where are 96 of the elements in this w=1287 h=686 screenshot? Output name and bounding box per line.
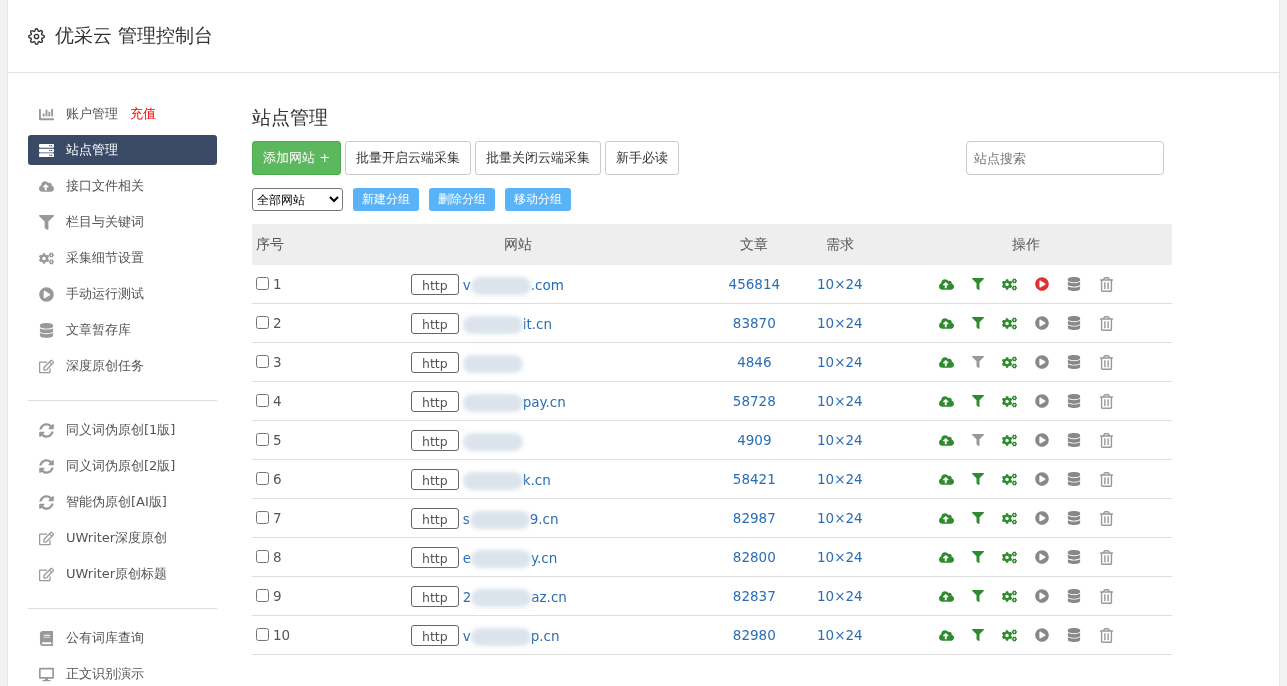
column-header: 网站 (327, 224, 709, 265)
row-number: 6 (273, 471, 282, 487)
sidebar-item[interactable]: UWriter深度原创 (28, 523, 217, 553)
recharge-link[interactable]: 充值 (130, 105, 156, 123)
row-number: 10 (273, 627, 291, 643)
site-domain: y.cn (531, 549, 558, 566)
sidebar-label: 文章暂存库 (66, 321, 131, 339)
sidebar-label: 公有词库查询 (66, 629, 144, 647)
site-prefix: 2 (462, 588, 472, 605)
sidebar-item[interactable]: 同义词伪原创[1版] (28, 415, 217, 445)
sidebar-item[interactable]: 手动运行测试 (28, 279, 217, 309)
http-button[interactable]: http (411, 468, 459, 490)
demand-cell: 10×24 (799, 537, 880, 577)
article-count: 82987 (709, 498, 800, 538)
search-field[interactable]: 站点搜索 (966, 141, 1164, 175)
site-domain: p.cn (530, 627, 560, 644)
demand-cell: 10×24 (799, 576, 880, 616)
article-count: 456814 (709, 265, 800, 304)
article-count: 83870 (709, 303, 800, 343)
column-header: 文章 (709, 224, 800, 265)
row-number: 2 (273, 315, 282, 331)
sidebar-label: 栏目与关键词 (66, 213, 144, 231)
http-button[interactable]: http (411, 546, 459, 568)
article-count: 58728 (709, 381, 800, 421)
http-button[interactable]: http (411, 390, 459, 412)
site-domain: 9.cn (529, 510, 559, 527)
demand-cell: 10×24 (799, 498, 880, 538)
app-title: 优采云 管理控制台 (55, 23, 214, 48)
toolbar-button[interactable]: 批量关闭云端采集 (475, 141, 602, 175)
demand-cell: 10×24 (799, 459, 880, 499)
article-count: 4846 (709, 342, 800, 382)
site-domain: .com (530, 276, 564, 293)
http-button[interactable]: http (411, 273, 459, 295)
toolbar-button[interactable]: 批量开启云端采集 (345, 141, 472, 175)
sidebar-label: 手动运行测试 (66, 285, 144, 303)
sidebar-item[interactable]: 深度原创任务 (28, 351, 217, 381)
article-count: 58421 (709, 459, 800, 499)
article-count: 4909 (709, 420, 800, 460)
sidebar-item[interactable]: 采集细节设置 (28, 243, 217, 273)
demand-cell: 10×24 (799, 342, 880, 382)
column-header: 操作 (880, 224, 1172, 265)
demand-cell: 10×24 (799, 615, 880, 655)
row-number: 7 (273, 510, 282, 526)
http-button[interactable]: http (411, 312, 459, 334)
http-button[interactable]: http (411, 351, 459, 373)
sidebar-label: UWriter深度原创 (66, 529, 168, 547)
row-number: 5 (273, 432, 282, 448)
sidebar-label: 正文识别演示 (66, 665, 144, 683)
sidebar-label: 同义词伪原创[1版] (66, 421, 176, 439)
page-title: 站点管理 (252, 105, 329, 130)
demand-cell: 10×24 (799, 381, 880, 421)
site-domain: pay.cn (522, 393, 566, 410)
sidebar-item[interactable]: 智能伪原创[AI版] (28, 487, 217, 517)
sidebar-label: 接口文件相关 (66, 177, 144, 195)
http-button[interactable]: http (411, 585, 459, 607)
sidebar-label: 智能伪原创[AI版] (66, 493, 167, 511)
article-count: 82800 (709, 537, 800, 577)
group-select[interactable]: 全部网站 (252, 188, 343, 211)
site-domain: it.cn (522, 315, 552, 332)
site-prefix: v (462, 276, 471, 293)
sidebar-item[interactable]: 站点管理 (28, 135, 217, 165)
http-button[interactable]: http (411, 507, 459, 529)
row-number: 3 (273, 354, 282, 370)
article-count: 82837 (709, 576, 800, 616)
http-button[interactable]: http (411, 429, 459, 451)
sidebar-item[interactable]: 栏目与关键词 (28, 207, 217, 237)
sidebar-item[interactable]: 文章暂存库 (28, 315, 217, 345)
demand-cell: 10×24 (799, 420, 880, 460)
toolbar-button[interactable]: 新手必读 (605, 141, 680, 175)
row-number: 8 (273, 549, 282, 565)
sidebar-label: 深度原创任务 (66, 357, 144, 375)
row-number: 4 (273, 393, 282, 409)
sidebar-label: 采集细节设置 (66, 249, 144, 267)
row-number: 1 (273, 276, 282, 292)
row-number: 9 (273, 588, 282, 604)
sidebar-item[interactable]: 同义词伪原创[2版] (28, 451, 217, 481)
sidebar-item[interactable]: 接口文件相关 (28, 171, 217, 201)
column-header: 需求 (799, 224, 880, 265)
demand-cell: 10×24 (799, 265, 880, 304)
sidebar-label: 站点管理 (66, 141, 118, 159)
sidebar-label: UWriter原创标题 (66, 565, 168, 583)
sidebar-item[interactable]: 账户管理 充值 (28, 99, 217, 129)
sidebar-item[interactable]: 公有词库查询 (28, 623, 217, 653)
demand-cell: 10×24 (799, 303, 880, 343)
site-prefix: s (462, 510, 470, 527)
site-domain: az.cn (531, 588, 567, 605)
site-prefix: v (462, 627, 471, 644)
article-count: 82980 (709, 615, 800, 655)
site-domain: k.cn (522, 471, 551, 488)
column-header: 序号 (252, 224, 327, 265)
sidebar-item[interactable]: 正文识别演示 (28, 659, 217, 686)
http-button[interactable]: http (411, 624, 459, 646)
sidebar-item[interactable]: UWriter原创标题 (28, 559, 217, 589)
sidebar-label: 同义词伪原创[2版] (66, 457, 176, 475)
site-prefix: e (462, 549, 471, 566)
sidebar-label: 账户管理 (66, 105, 118, 123)
